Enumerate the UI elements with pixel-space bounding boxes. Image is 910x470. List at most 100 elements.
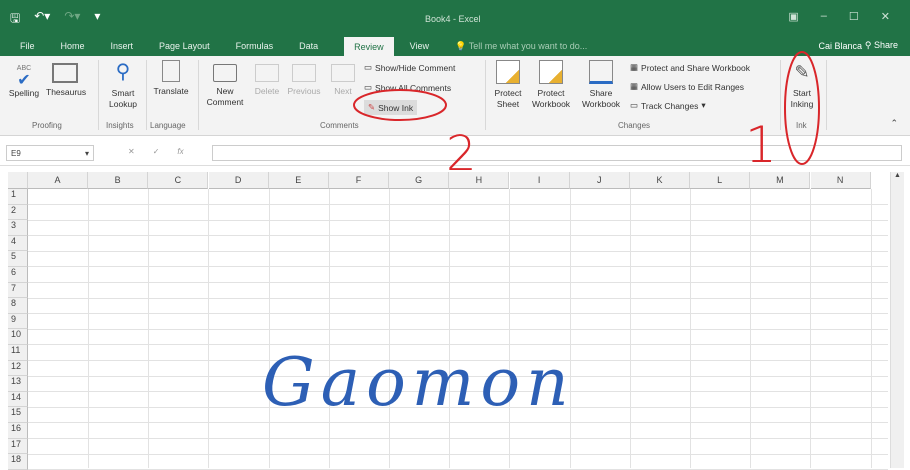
protect-workbook-button[interactable]: ProtectWorkbook — [528, 60, 574, 110]
show-all-label: Show All Comments — [375, 83, 451, 93]
user-name[interactable]: Cai Blanca — [818, 41, 862, 51]
show-hide-comment-button[interactable]: ▭Show/Hide Comment — [364, 62, 455, 73]
close-icon[interactable]: ✕ — [881, 10, 890, 23]
share-button[interactable]: ⚲ Share — [865, 40, 898, 51]
select-all-corner[interactable] — [8, 172, 28, 189]
spreadsheet-grid[interactable]: ABCDEFGHIJKLMN12345678910111213141516171… — [0, 172, 888, 468]
dropdown-caret-icon: ▾ — [701, 100, 705, 111]
spelling-button[interactable]: ABC✔ Spelling — [8, 60, 40, 99]
column-header[interactable]: J — [570, 172, 630, 189]
document-title: Book4 - Excel — [425, 14, 481, 24]
translate-button[interactable]: Translate — [150, 60, 192, 97]
ribbon: ABC✔ Spelling Thesaurus Proofing ⚲ Smart… — [0, 56, 910, 136]
next-comment-button[interactable]: Next — [330, 60, 356, 97]
name-box[interactable]: E9▾ — [6, 145, 94, 161]
share-label: Share — [874, 40, 898, 50]
scroll-up-icon[interactable]: ▲ — [891, 172, 904, 179]
start-inking-button[interactable]: ✎ StartInking — [784, 60, 820, 110]
tab-review[interactable]: Review — [344, 37, 394, 57]
column-header[interactable]: I — [510, 172, 570, 189]
collapse-ribbon-icon[interactable]: ⌃ — [890, 118, 898, 129]
row-header[interactable]: 9 — [8, 314, 28, 330]
column-header[interactable]: G — [389, 172, 449, 189]
column-header[interactable]: B — [88, 172, 148, 189]
delete-comment-button[interactable]: Delete — [252, 60, 282, 97]
tell-me-input[interactable]: Tell me what you want to do... — [469, 41, 588, 51]
customize-icon[interactable]: ▾ — [94, 9, 100, 30]
row-header[interactable]: 14 — [8, 392, 28, 408]
enter-icon[interactable]: ✓ — [153, 147, 160, 156]
row-header[interactable]: 2 — [8, 205, 28, 221]
allow-users-label: Allow Users to Edit Ranges — [641, 82, 744, 92]
column-header[interactable]: N — [811, 172, 871, 189]
row-header[interactable]: 13 — [8, 376, 28, 392]
save-icon[interactable]: 🖫 — [10, 9, 20, 30]
protect-share-workbook-button[interactable]: ▦Protect and Share Workbook — [630, 62, 750, 73]
allow-users-icon: ▦ — [630, 81, 638, 92]
gridline — [28, 251, 888, 252]
share-workbook-button[interactable]: ShareWorkbook — [578, 60, 624, 110]
row-header[interactable]: 11 — [8, 345, 28, 361]
smart-lookup-label-2: Lookup — [109, 99, 137, 109]
column-header[interactable]: M — [750, 172, 810, 189]
row-header[interactable]: 7 — [8, 283, 28, 299]
smart-lookup-label-1: Smart — [112, 88, 135, 98]
minimize-icon[interactable]: – — [821, 10, 827, 23]
protect-sheet-button[interactable]: ProtectSheet — [490, 60, 526, 110]
row-header[interactable]: 8 — [8, 298, 28, 314]
new-comment-button[interactable]: NewComment — [202, 60, 248, 108]
show-ink-label: Show Ink — [378, 103, 413, 113]
row-header[interactable]: 10 — [8, 329, 28, 345]
tab-insert[interactable]: Insert — [111, 37, 134, 55]
spelling-check-icon: ABC✔ — [12, 60, 36, 84]
row-header[interactable]: 12 — [8, 361, 28, 377]
row-header[interactable]: 3 — [8, 220, 28, 236]
tab-formulas[interactable]: Formulas — [236, 37, 274, 55]
lightbulb-icon: 💡 — [455, 41, 469, 52]
new-comment-label-1: New — [216, 86, 233, 96]
row-header[interactable]: 4 — [8, 236, 28, 252]
show-all-comments-button[interactable]: ▭Show All Comments — [364, 82, 451, 93]
gridline — [28, 282, 888, 283]
column-header[interactable]: E — [269, 172, 329, 189]
insert-function-icon[interactable]: fx — [177, 147, 183, 156]
undo-icon[interactable]: ↶▾ — [34, 9, 50, 30]
row-header[interactable]: 6 — [8, 267, 28, 283]
allow-users-button[interactable]: ▦Allow Users to Edit Ranges — [630, 81, 744, 92]
column-header[interactable]: D — [209, 172, 269, 189]
group-comments: Comments — [320, 121, 359, 130]
track-changes-button[interactable]: ▭Track Changes▾ — [630, 100, 706, 111]
ribbon-options-icon[interactable]: ▣ — [788, 10, 798, 23]
column-header[interactable]: H — [449, 172, 509, 189]
row-header[interactable]: 1 — [8, 189, 28, 205]
tab-home[interactable]: Home — [61, 37, 85, 55]
tab-data[interactable]: Data — [299, 37, 318, 55]
column-header[interactable]: A — [28, 172, 88, 189]
row-header[interactable]: 5 — [8, 251, 28, 267]
column-header[interactable]: K — [630, 172, 690, 189]
smart-lookup-button[interactable]: ⚲ SmartLookup — [104, 60, 142, 110]
row-header[interactable]: 18 — [8, 454, 28, 470]
tab-file[interactable]: File — [20, 37, 35, 55]
row-header[interactable]: 17 — [8, 439, 28, 455]
row-header[interactable]: 15 — [8, 407, 28, 423]
cancel-icon[interactable]: ✕ — [128, 147, 135, 156]
show-ink-button[interactable]: ✎Show Ink — [364, 100, 417, 115]
comments-icon: ▭ — [364, 82, 372, 93]
column-header[interactable]: C — [148, 172, 208, 189]
delete-label: Delete — [255, 86, 280, 96]
maximize-icon[interactable]: ☐ — [849, 10, 859, 23]
previous-comment-icon — [292, 64, 316, 82]
chevron-down-icon[interactable]: ▾ — [85, 149, 89, 158]
column-header[interactable]: F — [329, 172, 389, 189]
formula-input[interactable] — [212, 145, 902, 161]
previous-comment-button[interactable]: Previous — [286, 60, 322, 97]
tab-page-layout[interactable]: Page Layout — [159, 37, 210, 55]
thesaurus-button[interactable]: Thesaurus — [46, 60, 84, 98]
comment-icon: ▭ — [364, 62, 372, 73]
redo-icon[interactable]: ↷▾ — [64, 9, 80, 30]
column-header[interactable]: L — [690, 172, 750, 189]
row-header[interactable]: 16 — [8, 423, 28, 439]
tab-view[interactable]: View — [410, 37, 429, 55]
vertical-scrollbar[interactable]: ▲ — [890, 172, 904, 468]
